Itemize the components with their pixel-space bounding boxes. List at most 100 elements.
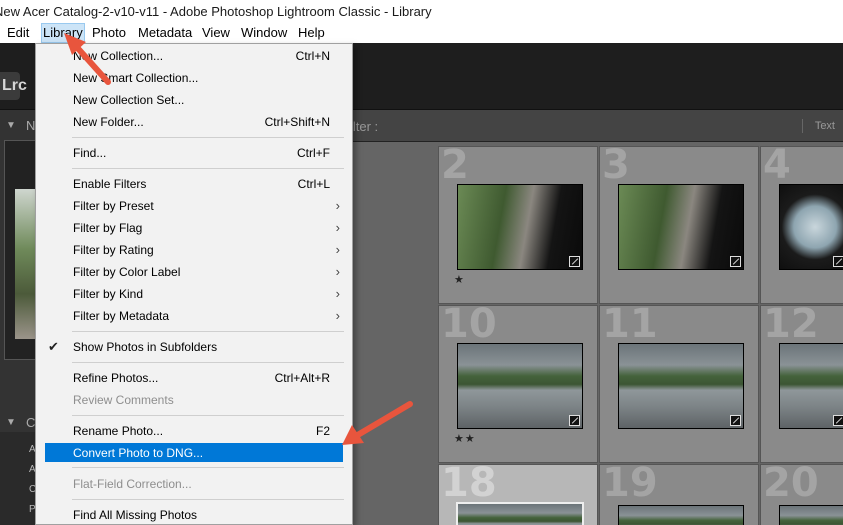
menu-view[interactable]: View xyxy=(202,25,230,40)
window-title: New Acer Catalog-2-v10-v11 - Adobe Photo… xyxy=(0,4,432,19)
navigator-header[interactable]: N xyxy=(26,118,35,133)
menu-item-find-all-missing-photos[interactable]: Find All Missing Photos xyxy=(36,504,352,525)
menu-item-new-collection[interactable]: New Collection... Ctrl+N xyxy=(36,45,352,67)
photo-thumbnail[interactable] xyxy=(779,343,843,429)
menu-separator xyxy=(72,415,344,416)
library-filter-title: ilter : xyxy=(350,119,379,134)
menu-item-show-photos-in-subfolders[interactable]: ✔ Show Photos in Subfolders xyxy=(36,336,352,358)
photo-thumbnail[interactable] xyxy=(779,184,843,270)
navigator-preview[interactable] xyxy=(4,140,39,360)
grid-cell-selected[interactable]: 18 xyxy=(438,464,598,525)
menu-item-shortcut: Ctrl+Shift+N xyxy=(264,115,330,129)
menu-library[interactable]: Library xyxy=(41,23,85,43)
menu-item-label: Find All Missing Photos xyxy=(73,508,198,522)
menu-item-filter-by-metadata[interactable]: Filter by Metadata › xyxy=(36,305,352,327)
navigator-collapse-icon[interactable]: ▼ xyxy=(6,120,16,131)
grid-cell[interactable]: 12 xyxy=(760,305,843,463)
menu-item-filter-by-color-label[interactable]: Filter by Color Label › xyxy=(36,261,352,283)
checkmark-icon: ✔ xyxy=(48,339,59,354)
menu-item-review-comments: Review Comments xyxy=(36,389,352,411)
menu-item-rename-photo[interactable]: Rename Photo... F2 xyxy=(36,420,352,442)
filter-text-tab[interactable]: Text xyxy=(815,120,835,132)
menu-item-flat-field-correction: Flat-Field Correction... xyxy=(36,473,352,495)
menu-item-shortcut: F2 xyxy=(315,424,330,438)
menu-item-filter-by-preset[interactable]: Filter by Preset › xyxy=(36,195,352,217)
menu-item-filter-by-kind[interactable]: Filter by Kind › xyxy=(36,283,352,305)
menu-item-label: Refine Photos... xyxy=(73,371,159,385)
menu-item-refine-photos[interactable]: Refine Photos... Ctrl+Alt+R xyxy=(36,367,352,389)
cell-index: 12 xyxy=(763,305,819,347)
menu-window[interactable]: Window xyxy=(241,25,287,40)
menu-separator xyxy=(72,168,344,169)
edited-badge-icon xyxy=(730,256,741,267)
menu-item-label: Filter by Preset xyxy=(73,199,154,213)
menu-item-label: Review Comments xyxy=(73,393,174,407)
grid-cell[interactable]: 10 ★★ xyxy=(438,305,598,463)
edited-badge-icon xyxy=(569,415,580,426)
grid-cell[interactable]: 3 xyxy=(599,146,759,304)
menu-item-enable-filters[interactable]: Enable Filters Ctrl+L xyxy=(36,173,352,195)
submenu-arrow-icon: › xyxy=(335,286,340,301)
menu-item-find[interactable]: Find... Ctrl+F xyxy=(36,142,352,164)
menu-edit[interactable]: Edit xyxy=(7,25,29,40)
collections-collapse-icon[interactable]: ▼ xyxy=(6,417,16,428)
photo-thumbnail[interactable] xyxy=(618,505,744,525)
lightroom-logo: Lrc xyxy=(0,72,27,100)
cell-index: 10 xyxy=(441,305,497,347)
menu-item-new-smart-collection[interactable]: New Smart Collection... xyxy=(36,67,352,89)
menu-item-new-collection-set[interactable]: New Collection Set... xyxy=(36,89,352,111)
menu-item-shortcut: Ctrl+F xyxy=(297,146,330,160)
menu-item-label: New Folder... xyxy=(73,115,144,129)
menu-item-new-folder[interactable]: New Folder... Ctrl+Shift+N xyxy=(36,111,352,133)
library-menu: New Collection... Ctrl+N New Smart Colle… xyxy=(35,43,353,525)
submenu-arrow-icon: › xyxy=(335,198,340,213)
collections-header[interactable]: C xyxy=(26,415,35,430)
photo-thumbnail[interactable] xyxy=(618,343,744,429)
edited-badge-icon xyxy=(730,415,741,426)
edited-badge-icon xyxy=(833,256,843,267)
menu-help[interactable]: Help xyxy=(298,25,325,40)
menu-separator xyxy=(72,499,344,500)
grid-cell[interactable]: 11 xyxy=(599,305,759,463)
grid-cell[interactable]: 2 ★ xyxy=(438,146,598,304)
star-rating[interactable]: ★★ xyxy=(454,432,476,445)
menu-separator xyxy=(72,137,344,138)
menu-item-shortcut: Ctrl+Alt+R xyxy=(274,371,330,385)
submenu-arrow-icon: › xyxy=(335,242,340,257)
menu-item-label: Show Photos in Subfolders xyxy=(73,340,218,354)
photo-thumbnail[interactable] xyxy=(457,184,583,270)
menu-item-filter-by-flag[interactable]: Filter by Flag › xyxy=(36,217,352,239)
menu-item-label: Filter by Flag xyxy=(73,221,143,235)
menu-item-label: Filter by Color Label xyxy=(73,265,181,279)
cell-index: 18 xyxy=(441,464,497,506)
menu-item-convert-photo-to-dng[interactable]: Convert Photo to DNG... xyxy=(45,443,343,462)
photo-thumbnail[interactable] xyxy=(618,184,744,270)
menu-item-label: Convert Photo to DNG... xyxy=(73,446,204,460)
grid-cell[interactable]: 4 xyxy=(760,146,843,304)
menu-item-shortcut: Ctrl+L xyxy=(297,177,330,191)
menu-item-label: Find... xyxy=(73,146,107,160)
photo-thumbnail[interactable] xyxy=(457,343,583,429)
cell-index: 4 xyxy=(763,146,791,188)
menu-metadata[interactable]: Metadata xyxy=(138,25,192,40)
menu-item-label: Filter by Kind xyxy=(73,287,144,301)
edited-badge-icon xyxy=(833,415,843,426)
menu-item-label: New Collection... xyxy=(73,49,164,63)
menu-separator xyxy=(72,331,344,332)
photo-thumbnail[interactable] xyxy=(456,502,584,525)
submenu-arrow-icon: › xyxy=(335,308,340,323)
cell-index: 20 xyxy=(763,464,819,506)
collections-list: A A C P xyxy=(0,432,38,525)
grid-cell[interactable]: 20 xyxy=(760,464,843,525)
submenu-arrow-icon: › xyxy=(335,220,340,235)
star-rating[interactable]: ★ xyxy=(454,273,465,286)
grid-cell[interactable]: 19 xyxy=(599,464,759,525)
menu-item-shortcut: Ctrl+N xyxy=(295,49,330,63)
cell-index: 3 xyxy=(602,146,630,188)
menu-item-label: New Smart Collection... xyxy=(73,71,199,85)
menu-item-filter-by-rating[interactable]: Filter by Rating › xyxy=(36,239,352,261)
photo-thumbnail[interactable] xyxy=(779,505,843,525)
menu-photo[interactable]: Photo xyxy=(92,25,126,40)
edited-badge-icon xyxy=(569,256,580,267)
menu-item-label: Filter by Metadata xyxy=(73,309,170,323)
